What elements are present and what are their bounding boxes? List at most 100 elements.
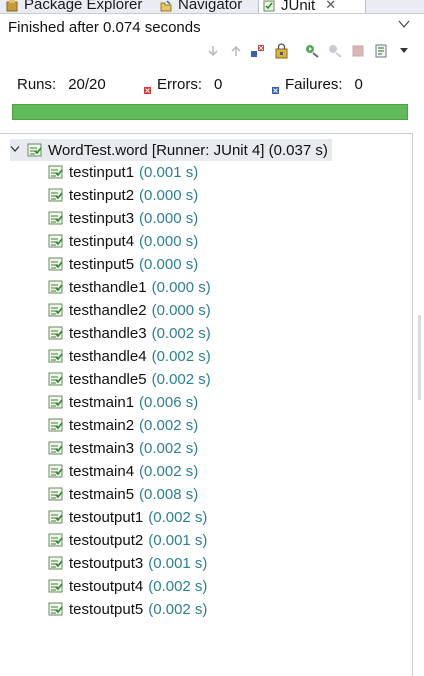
test-case-row[interactable]: testmain3 (0.002 s) [48, 437, 198, 459]
test-case-name: testoutput2 [69, 531, 144, 549]
chevron-down-icon[interactable] [10, 144, 24, 156]
test-case-name: testhandle5 [69, 370, 147, 388]
test-case-name: testmain3 [69, 439, 135, 457]
failures-value: 0 [354, 76, 363, 93]
test-case-row[interactable]: testmain5 (0.008 s) [48, 483, 198, 505]
close-icon[interactable]: ✕ [325, 0, 336, 13]
test-case-time: (0.000 s) [151, 278, 211, 296]
show-failures-only-icon[interactable] [249, 42, 266, 59]
failure-marker-icon [272, 81, 279, 94]
test-case-row[interactable]: testinput1 (0.001 s) [48, 161, 198, 183]
error-marker-icon [144, 81, 151, 94]
test-case-time: (0.002 s) [148, 508, 208, 526]
view-menu-icon[interactable] [398, 18, 410, 32]
test-counters: Runs: 20/20 Errors: 0 Failures: 0 [0, 74, 424, 96]
test-case-time: (0.001 s) [148, 531, 208, 549]
previous-failure-icon[interactable] [227, 42, 244, 59]
test-case-time: (0.002 s) [148, 577, 208, 595]
test-suite-node[interactable]: WordTest.word [Runner: JUnit 4] (0.037 s… [10, 139, 332, 161]
test-case-name: testhandle1 [69, 278, 147, 296]
test-tree[interactable]: WordTest.word [Runner: JUnit 4] (0.037 s… [0, 133, 413, 676]
test-case-row[interactable]: testoutput4 (0.002 s) [48, 575, 207, 597]
test-case-time: (0.002 s) [139, 462, 199, 480]
test-case-row[interactable]: testinput4 (0.000 s) [48, 230, 198, 252]
test-passed-icon [48, 394, 64, 410]
suite-passed-icon [27, 142, 43, 158]
test-case-time: (0.001 s) [139, 163, 199, 181]
test-case-row[interactable]: testhandle4 (0.002 s) [48, 345, 211, 367]
rerun-failed-first-icon[interactable] [326, 42, 343, 59]
test-case-name: testmain4 [69, 462, 135, 480]
test-case-name: testoutput3 [69, 554, 144, 572]
test-passed-icon [48, 348, 64, 364]
test-passed-icon [48, 210, 64, 226]
test-passed-icon [48, 532, 64, 548]
test-case-row[interactable]: testoutput5 (0.002 s) [48, 598, 207, 620]
test-case-name: testhandle4 [69, 347, 147, 365]
test-case-name: testinput5 [69, 255, 135, 273]
test-case-name: testinput4 [69, 232, 135, 250]
next-failure-icon[interactable] [204, 42, 221, 59]
tab-navigator[interactable]: Navigator [160, 0, 243, 13]
test-passed-icon [48, 187, 64, 203]
test-case-name: testoutput5 [69, 600, 144, 618]
tab-navigator-label: Navigator [178, 0, 243, 13]
test-case-row[interactable]: testoutput3 (0.001 s) [48, 552, 207, 574]
test-case-name: testinput2 [69, 186, 135, 204]
test-case-name: testhandle2 [69, 301, 147, 319]
test-case-time: (0.006 s) [139, 393, 199, 411]
test-case-name: testmain1 [69, 393, 135, 411]
test-passed-icon [48, 463, 64, 479]
stop-icon[interactable] [349, 42, 366, 59]
test-case-row[interactable]: testinput2 (0.000 s) [48, 184, 198, 206]
test-suite-label: WordTest.word [Runner: JUnit 4] (0.037 s… [48, 141, 328, 159]
test-passed-icon [48, 279, 64, 295]
test-case-row[interactable]: testhandle2 (0.000 s) [48, 299, 211, 321]
rerun-test-icon[interactable] [303, 42, 320, 59]
tab-package-explorer[interactable]: Package Explorer [6, 0, 143, 13]
test-passed-icon [48, 509, 64, 525]
test-case-row[interactable]: testmain4 (0.002 s) [48, 460, 198, 482]
test-case-time: (0.008 s) [139, 485, 199, 503]
navigator-icon [160, 0, 172, 11]
test-case-row[interactable]: testoutput1 (0.002 s) [48, 506, 207, 528]
test-case-time: (0.000 s) [139, 186, 199, 204]
runs-counter: Runs: 20/20 [17, 76, 106, 93]
test-run-history-icon[interactable] [373, 42, 390, 59]
test-passed-icon [48, 233, 64, 249]
test-passed-icon [48, 486, 64, 502]
run-status-text: Finished after 0.074 seconds [8, 19, 201, 36]
test-case-row[interactable]: testhandle3 (0.002 s) [48, 322, 211, 344]
test-case-time: (0.000 s) [151, 301, 211, 319]
test-case-name: testmain2 [69, 416, 135, 434]
scrollbar[interactable] [418, 315, 421, 400]
test-passed-icon [48, 417, 64, 433]
history-dropdown-icon[interactable] [395, 42, 412, 59]
test-passed-icon [48, 164, 64, 180]
test-case-time: (0.001 s) [148, 554, 208, 572]
test-case-time: (0.002 s) [139, 416, 199, 434]
test-case-row[interactable]: testinput5 (0.000 s) [48, 253, 198, 275]
failures-label: Failures: [285, 76, 343, 93]
scroll-lock-icon[interactable] [273, 42, 290, 59]
errors-value: 0 [214, 76, 223, 93]
test-case-row[interactable]: testmain1 (0.006 s) [48, 391, 198, 413]
test-case-row[interactable]: testinput3 (0.000 s) [48, 207, 198, 229]
test-case-time: (0.000 s) [139, 209, 199, 227]
test-passed-icon [48, 325, 64, 341]
view-tab-bar: Package Explorer Navigator JUnit ✕ [0, 0, 424, 14]
test-case-row[interactable]: testoutput2 (0.001 s) [48, 529, 207, 551]
test-case-name: testhandle3 [69, 324, 147, 342]
test-passed-icon [48, 256, 64, 272]
runs-label: Runs: [17, 76, 57, 93]
tab-junit[interactable]: JUnit ✕ [258, 0, 366, 13]
test-case-time: (0.002 s) [151, 347, 211, 365]
test-case-row[interactable]: testhandle5 (0.002 s) [48, 368, 211, 390]
test-passed-icon [48, 371, 64, 387]
test-case-time: (0.002 s) [151, 370, 211, 388]
test-case-row[interactable]: testmain2 (0.002 s) [48, 414, 198, 436]
test-case-time: (0.000 s) [139, 255, 199, 273]
tab-package-explorer-label: Package Explorer [24, 0, 143, 13]
test-case-row[interactable]: testhandle1 (0.000 s) [48, 276, 211, 298]
progress-bar [12, 104, 408, 120]
